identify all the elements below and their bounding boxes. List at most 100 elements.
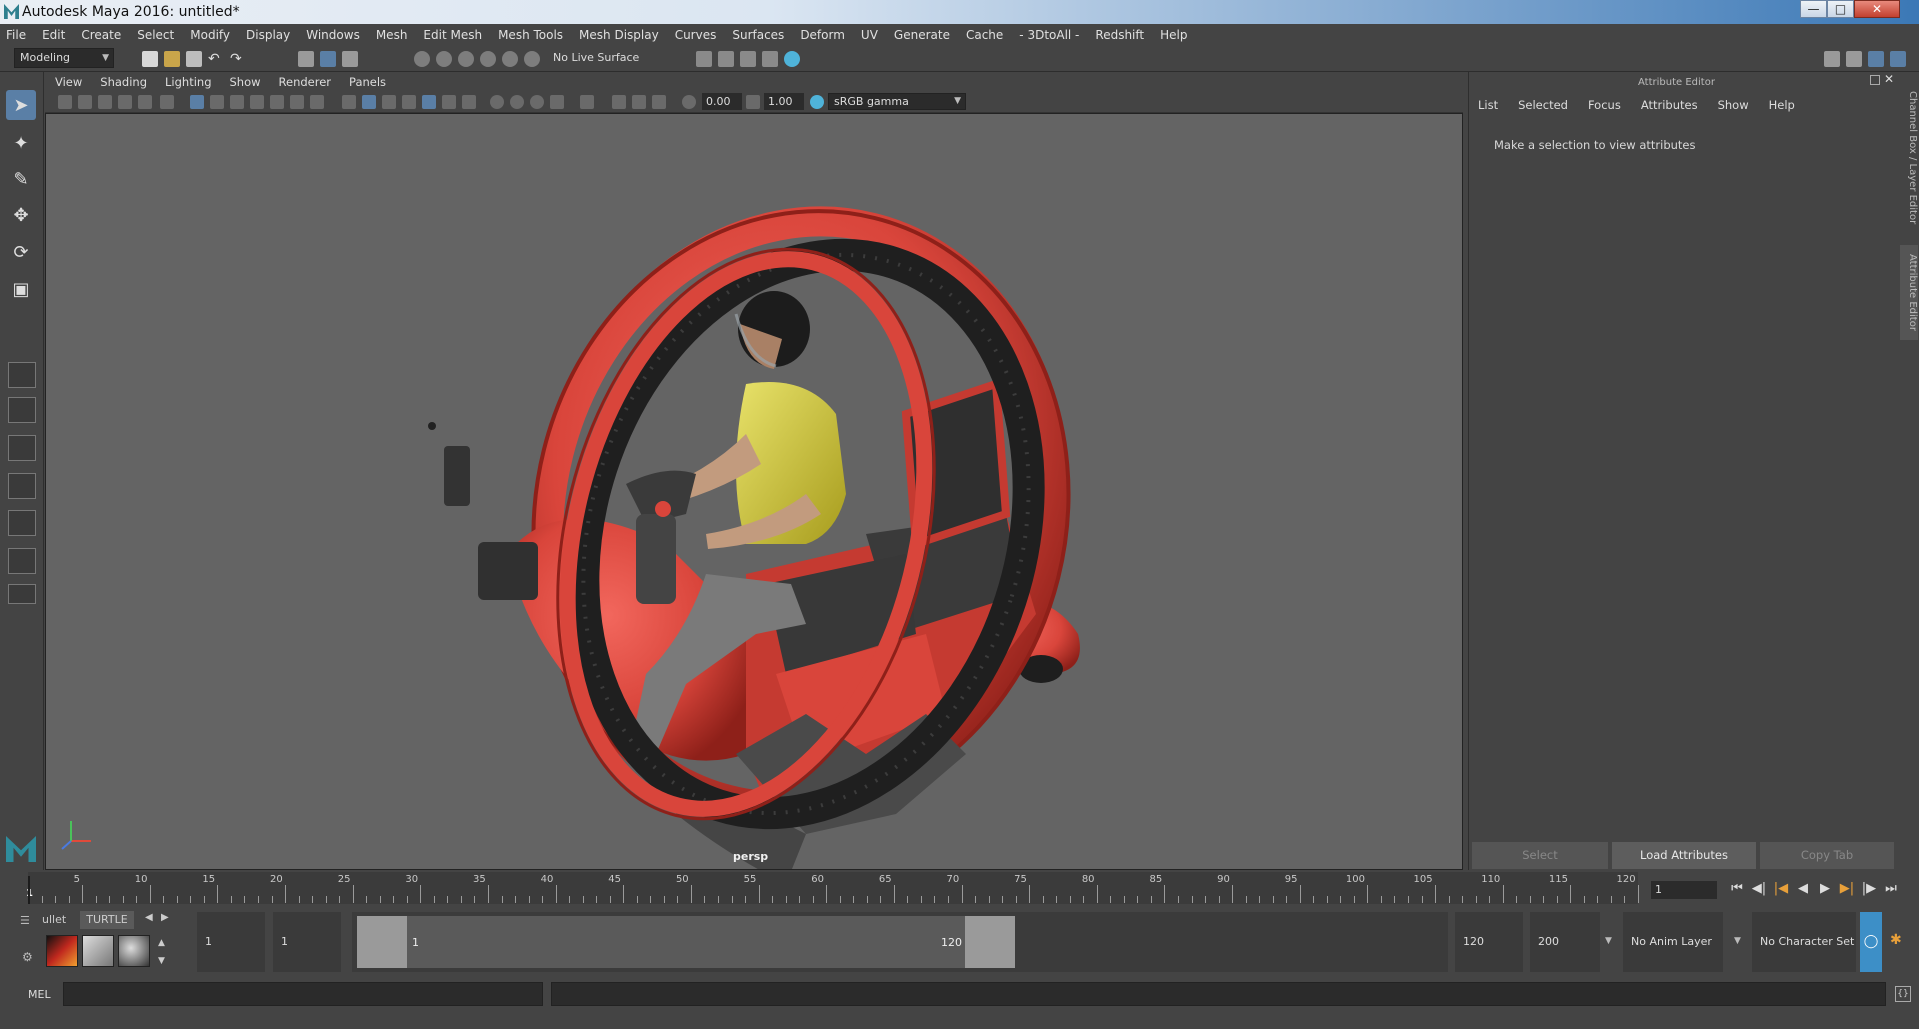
ambient-occlusion-icon[interactable] xyxy=(490,95,504,109)
xray-joints-icon[interactable] xyxy=(632,95,646,109)
shadows-icon[interactable] xyxy=(462,95,476,109)
menu-surfaces[interactable]: Surfaces xyxy=(732,28,784,42)
ae-menu-attributes[interactable]: Attributes xyxy=(1641,98,1698,112)
scene-start-field[interactable]: 1 xyxy=(197,912,265,972)
menu-generate[interactable]: Generate xyxy=(894,28,950,42)
menu-edit-mesh[interactable]: Edit Mesh xyxy=(423,28,482,42)
chevron-down-icon[interactable]: ▼ xyxy=(1734,936,1741,946)
undo-icon[interactable]: ↶ xyxy=(208,51,224,67)
turtle-sphere-icon[interactable] xyxy=(118,935,150,967)
select-by-hierarchy-icon[interactable] xyxy=(298,51,314,67)
isolate-select-icon[interactable] xyxy=(580,95,594,109)
menu-mesh[interactable]: Mesh xyxy=(376,28,408,42)
gamma-icon[interactable] xyxy=(746,95,760,109)
paint-select-tool-icon[interactable]: ✎ xyxy=(6,164,36,194)
collapse-toolbox-icon[interactable] xyxy=(8,584,36,604)
persp-graph-layout-icon[interactable] xyxy=(8,473,36,499)
settings-gear-icon[interactable]: ⚙ xyxy=(22,950,33,964)
copy-tab-button[interactable]: Copy Tab xyxy=(1760,842,1894,869)
play-forwards-icon[interactable]: ▶ xyxy=(1816,880,1834,898)
wireframe-icon[interactable] xyxy=(342,95,356,109)
float-panel-icon[interactable] xyxy=(1870,75,1880,85)
menu-3dtoall[interactable]: - 3DtoAll - xyxy=(1019,28,1079,42)
play-backwards-icon[interactable]: ◀ xyxy=(1794,880,1812,898)
render-current-frame-icon[interactable] xyxy=(718,51,734,67)
bookmark-icon[interactable] xyxy=(118,95,132,109)
go-to-start-icon[interactable]: ⏮ xyxy=(1728,880,1746,898)
menu-select[interactable]: Select xyxy=(137,28,174,42)
playback-end-field[interactable]: 120 xyxy=(1455,912,1523,972)
new-scene-icon[interactable] xyxy=(142,51,158,67)
motion-blur-icon[interactable] xyxy=(510,95,524,109)
single-perspective-layout-icon[interactable] xyxy=(8,362,36,388)
modeling-toolkit-icon[interactable] xyxy=(1824,51,1840,67)
minimize-button[interactable]: — xyxy=(1800,0,1827,18)
depth-of-field-icon[interactable] xyxy=(550,95,564,109)
attribute-editor-toggle-icon[interactable] xyxy=(1868,51,1884,67)
turtle-bake-icon[interactable] xyxy=(82,935,114,967)
ae-menu-help[interactable]: Help xyxy=(1769,98,1795,112)
attribute-editor-tab[interactable]: Attribute Editor xyxy=(1900,245,1918,340)
render-settings-icon[interactable] xyxy=(762,51,778,67)
2d-pan-zoom-icon[interactable] xyxy=(160,95,174,109)
select-by-component-icon[interactable] xyxy=(342,51,358,67)
color-space-dropdown[interactable]: sRGB gamma ▼ xyxy=(828,93,966,110)
menu-uv[interactable]: UV xyxy=(861,28,878,42)
shelf-scroll-up-icon[interactable]: ▲ xyxy=(158,938,165,948)
exposure-field[interactable]: 0.00 xyxy=(702,93,742,110)
channel-box-toggle-icon[interactable] xyxy=(1890,51,1906,67)
shelf-scroll-down-icon[interactable]: ▼ xyxy=(158,956,165,966)
ae-menu-show[interactable]: Show xyxy=(1718,98,1749,112)
script-editor-icon[interactable]: {} xyxy=(1895,986,1911,1002)
character-set-dropdown[interactable]: No Character Set xyxy=(1752,912,1856,972)
select-button[interactable]: Select xyxy=(1472,842,1608,869)
close-panel-icon[interactable]: ✕ xyxy=(1884,72,1894,86)
ae-menu-selected[interactable]: Selected xyxy=(1518,98,1568,112)
snap-to-grid-icon[interactable] xyxy=(414,51,430,67)
playback-start-field[interactable]: 1 xyxy=(273,912,341,972)
scene-end-field[interactable]: 200 xyxy=(1530,912,1600,972)
close-button[interactable]: ✕ xyxy=(1854,0,1900,18)
hypershade-icon[interactable] xyxy=(784,51,800,67)
menu-mesh-display[interactable]: Mesh Display xyxy=(579,28,659,42)
ae-menu-list[interactable]: List xyxy=(1478,98,1498,112)
safe-action-icon[interactable] xyxy=(290,95,304,109)
film-gate-icon[interactable] xyxy=(210,95,224,109)
auto-key-icon[interactable]: ◯ xyxy=(1860,912,1882,972)
panel-menu-view[interactable]: View xyxy=(55,75,82,89)
menu-set-dropdown[interactable]: Modeling ▼ xyxy=(14,48,114,68)
lock-camera-icon[interactable] xyxy=(78,95,92,109)
redo-icon[interactable]: ↷ xyxy=(230,51,246,67)
go-to-end-icon[interactable]: ⏭ xyxy=(1882,880,1900,898)
gamma-field[interactable]: 1.00 xyxy=(764,93,804,110)
select-camera-icon[interactable] xyxy=(58,95,72,109)
image-plane-icon[interactable] xyxy=(138,95,152,109)
exposure-icon[interactable] xyxy=(682,95,696,109)
menu-display[interactable]: Display xyxy=(246,28,290,42)
channel-box-tab[interactable]: Channel Box / Layer Editor xyxy=(1900,88,1918,228)
menu-cache[interactable]: Cache xyxy=(966,28,1003,42)
panel-menu-panels[interactable]: Panels xyxy=(349,75,386,89)
menu-deform[interactable]: Deform xyxy=(800,28,845,42)
gate-mask-icon[interactable] xyxy=(250,95,264,109)
save-scene-icon[interactable] xyxy=(186,51,202,67)
range-start-handle[interactable] xyxy=(357,916,407,968)
ipr-render-icon[interactable] xyxy=(740,51,756,67)
panel-menu-show[interactable]: Show xyxy=(230,75,261,89)
open-scene-icon[interactable] xyxy=(164,51,180,67)
scale-tool-icon[interactable]: ▣ xyxy=(6,274,36,304)
xray-components-icon[interactable] xyxy=(652,95,666,109)
menu-edit[interactable]: Edit xyxy=(42,28,65,42)
menu-redshift[interactable]: Redshift xyxy=(1095,28,1144,42)
select-by-object-icon[interactable] xyxy=(320,51,336,67)
panel-menu-renderer[interactable]: Renderer xyxy=(279,75,332,89)
smooth-shade-icon[interactable] xyxy=(362,95,376,109)
textured-icon[interactable] xyxy=(422,95,436,109)
shelf-menu-icon[interactable]: ☰ xyxy=(20,914,34,928)
menu-create[interactable]: Create xyxy=(81,28,121,42)
snap-to-view-plane-icon[interactable] xyxy=(480,51,496,67)
snap-to-point-icon[interactable] xyxy=(458,51,474,67)
render-view-icon[interactable] xyxy=(696,51,712,67)
four-view-layout-icon[interactable] xyxy=(8,397,36,423)
menu-curves[interactable]: Curves xyxy=(675,28,717,42)
